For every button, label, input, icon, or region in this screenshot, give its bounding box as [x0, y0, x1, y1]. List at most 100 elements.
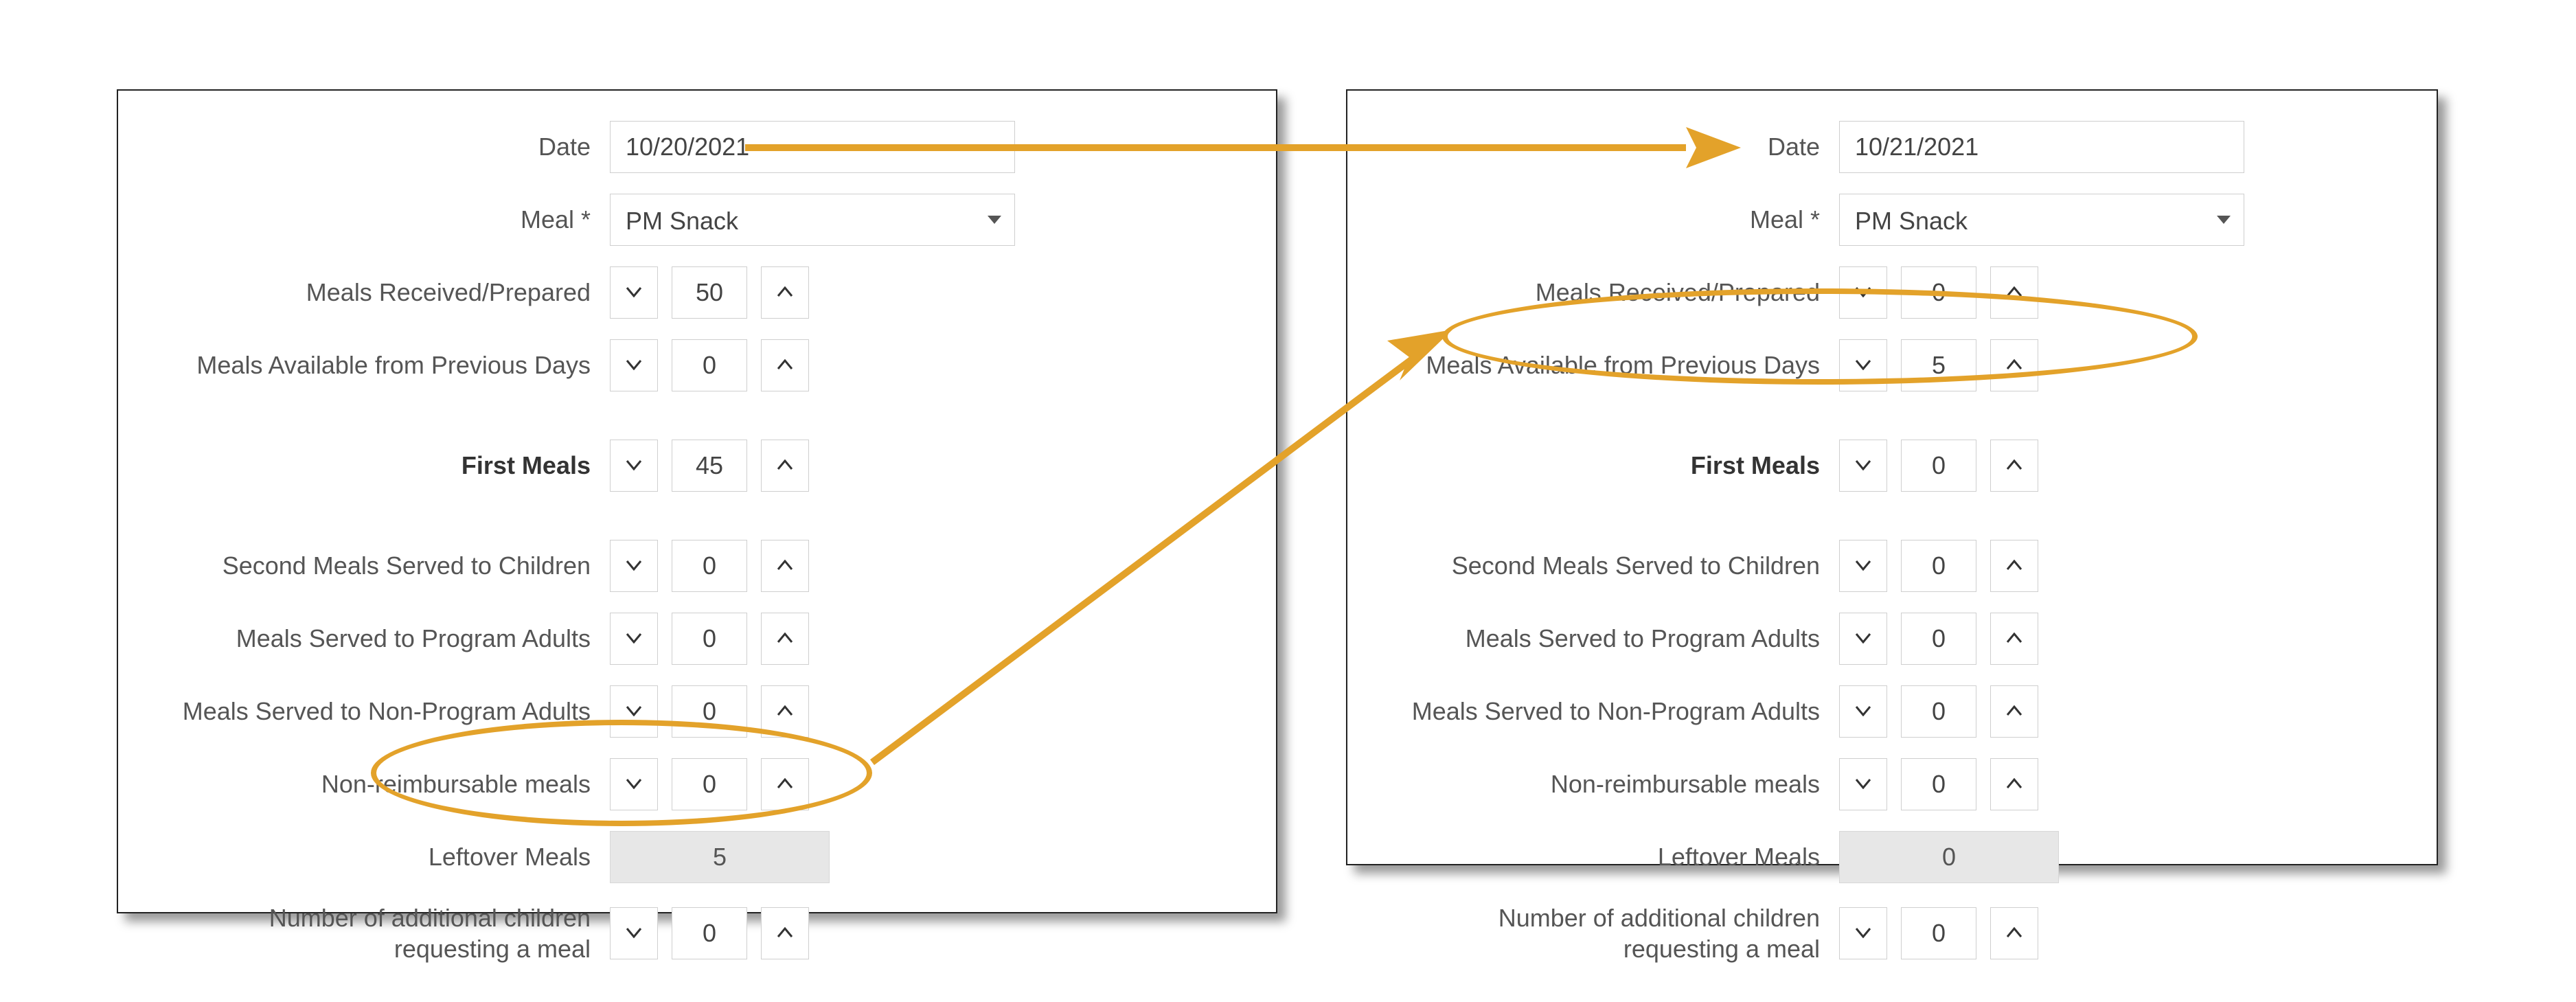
- non-reimbursable-input[interactable]: [1901, 758, 1976, 810]
- row-nonprogram-adults: Meals Served to Non-Program Adults: [1386, 684, 2398, 739]
- increment-button[interactable]: [761, 613, 809, 665]
- row-non-reimbursable: Non-reimbursable meals: [1386, 757, 2398, 812]
- chevron-up-icon: [2006, 633, 2022, 646]
- label-nonprogram-adults: Meals Served to Non-Program Adults: [1386, 697, 1839, 726]
- row-first-meals: First Meals: [157, 438, 1238, 493]
- form-panel-right: Date Meal * PM Snack Meals Received/Prep…: [1346, 89, 2438, 865]
- label-first-meals: First Meals: [1386, 451, 1839, 480]
- increment-button[interactable]: [1990, 440, 2038, 492]
- decrement-button[interactable]: [610, 266, 658, 319]
- increment-button[interactable]: [761, 440, 809, 492]
- label-non-reimbursable: Non-reimbursable meals: [1386, 770, 1839, 799]
- chevron-down-icon: [626, 459, 642, 472]
- first-meals-input[interactable]: [672, 440, 747, 492]
- increment-button[interactable]: [1990, 613, 2038, 665]
- increment-button[interactable]: [1990, 540, 2038, 592]
- chevron-up-icon: [777, 359, 793, 372]
- decrement-button[interactable]: [610, 613, 658, 665]
- label-program-adults: Meals Served to Program Adults: [157, 624, 610, 653]
- date-input[interactable]: [610, 121, 1015, 173]
- label-second-children: Second Meals Served to Children: [157, 551, 610, 580]
- decrement-button[interactable]: [1839, 613, 1887, 665]
- meal-select[interactable]: PM Snack: [610, 194, 1015, 246]
- row-first-meals: First Meals: [1386, 438, 2398, 493]
- chevron-up-icon: [777, 927, 793, 940]
- decrement-button[interactable]: [610, 907, 658, 959]
- leftover-readonly: 5: [610, 831, 830, 883]
- row-meal: Meal * PM Snack: [1386, 192, 2398, 247]
- nonprogram-adults-input[interactable]: [1901, 685, 1976, 738]
- increment-button[interactable]: [761, 540, 809, 592]
- increment-button[interactable]: [761, 907, 809, 959]
- chevron-down-icon: [626, 286, 642, 299]
- increment-button[interactable]: [761, 266, 809, 319]
- additional-children-input[interactable]: [672, 907, 747, 959]
- row-program-adults: Meals Served to Program Adults: [1386, 611, 2398, 666]
- chevron-down-icon: [626, 560, 642, 573]
- decrement-button[interactable]: [610, 540, 658, 592]
- increment-button[interactable]: [1990, 685, 2038, 738]
- annotation-ellipse-previous: [1442, 288, 2198, 385]
- annotation-ellipse-leftover: [371, 720, 872, 826]
- decrement-button[interactable]: [1839, 440, 1887, 492]
- second-children-input[interactable]: [672, 540, 747, 592]
- chevron-up-icon: [777, 560, 793, 573]
- label-nonprogram-adults: Meals Served to Non-Program Adults: [157, 697, 610, 726]
- chevron-up-icon: [2006, 778, 2022, 791]
- row-meal: Meal * PM Snack: [157, 192, 1238, 247]
- chevron-up-icon: [2006, 927, 2022, 940]
- meals-received-input[interactable]: [672, 266, 747, 319]
- chevron-down-icon: [626, 359, 642, 372]
- chevron-down-icon: [1855, 459, 1871, 472]
- row-additional-children: Number of additional children requesting…: [157, 902, 1238, 964]
- increment-button[interactable]: [761, 339, 809, 391]
- decrement-button[interactable]: [1839, 758, 1887, 810]
- program-adults-input[interactable]: [1901, 613, 1976, 665]
- row-second-children: Second Meals Served to Children: [1386, 538, 2398, 593]
- chevron-down-icon: [1855, 705, 1871, 718]
- second-children-input[interactable]: [1901, 540, 1976, 592]
- label-first-meals: First Meals: [157, 451, 610, 480]
- label-leftover: Leftover Meals: [157, 843, 610, 872]
- label-additional-children: Number of additional children requesting…: [1386, 902, 1839, 964]
- row-leftover: Leftover Meals 5: [157, 830, 1238, 885]
- label-program-adults: Meals Served to Program Adults: [1386, 624, 1839, 653]
- date-input[interactable]: [1839, 121, 2244, 173]
- label-leftover: Leftover Meals: [1386, 843, 1839, 872]
- row-program-adults: Meals Served to Program Adults: [157, 611, 1238, 666]
- row-second-children: Second Meals Served to Children: [157, 538, 1238, 593]
- label-second-children: Second Meals Served to Children: [1386, 551, 1839, 580]
- first-meals-input[interactable]: [1901, 440, 1976, 492]
- decrement-button[interactable]: [1839, 540, 1887, 592]
- chevron-up-icon: [777, 705, 793, 718]
- label-meals-previous: Meals Available from Previous Days: [157, 351, 610, 380]
- row-leftover: Leftover Meals 0: [1386, 830, 2398, 885]
- increment-button[interactable]: [1990, 907, 2038, 959]
- increment-button[interactable]: [1990, 758, 2038, 810]
- row-date: Date: [1386, 119, 2398, 174]
- decrement-button[interactable]: [610, 440, 658, 492]
- chevron-down-icon: [1855, 778, 1871, 791]
- row-additional-children: Number of additional children requesting…: [1386, 902, 2398, 964]
- additional-children-input[interactable]: [1901, 907, 1976, 959]
- chevron-down-icon: [626, 633, 642, 646]
- program-adults-input[interactable]: [672, 613, 747, 665]
- row-date: Date: [157, 119, 1238, 174]
- decrement-button[interactable]: [610, 339, 658, 391]
- leftover-readonly: 0: [1839, 831, 2059, 883]
- chevron-down-icon: [626, 705, 642, 718]
- chevron-up-icon: [777, 633, 793, 646]
- chevron-down-icon: [626, 927, 642, 940]
- row-meals-received: Meals Received/Prepared: [157, 265, 1238, 320]
- chevron-down-icon: [1855, 560, 1871, 573]
- label-meal: Meal *: [157, 205, 610, 234]
- decrement-button[interactable]: [1839, 907, 1887, 959]
- chevron-down-icon: [1855, 927, 1871, 940]
- meals-previous-input[interactable]: [672, 339, 747, 391]
- decrement-button[interactable]: [1839, 685, 1887, 738]
- chevron-up-icon: [777, 286, 793, 299]
- meal-select[interactable]: PM Snack: [1839, 194, 2244, 246]
- chevron-up-icon: [2006, 459, 2022, 472]
- label-additional-children: Number of additional children requesting…: [157, 902, 610, 964]
- chevron-up-icon: [777, 459, 793, 472]
